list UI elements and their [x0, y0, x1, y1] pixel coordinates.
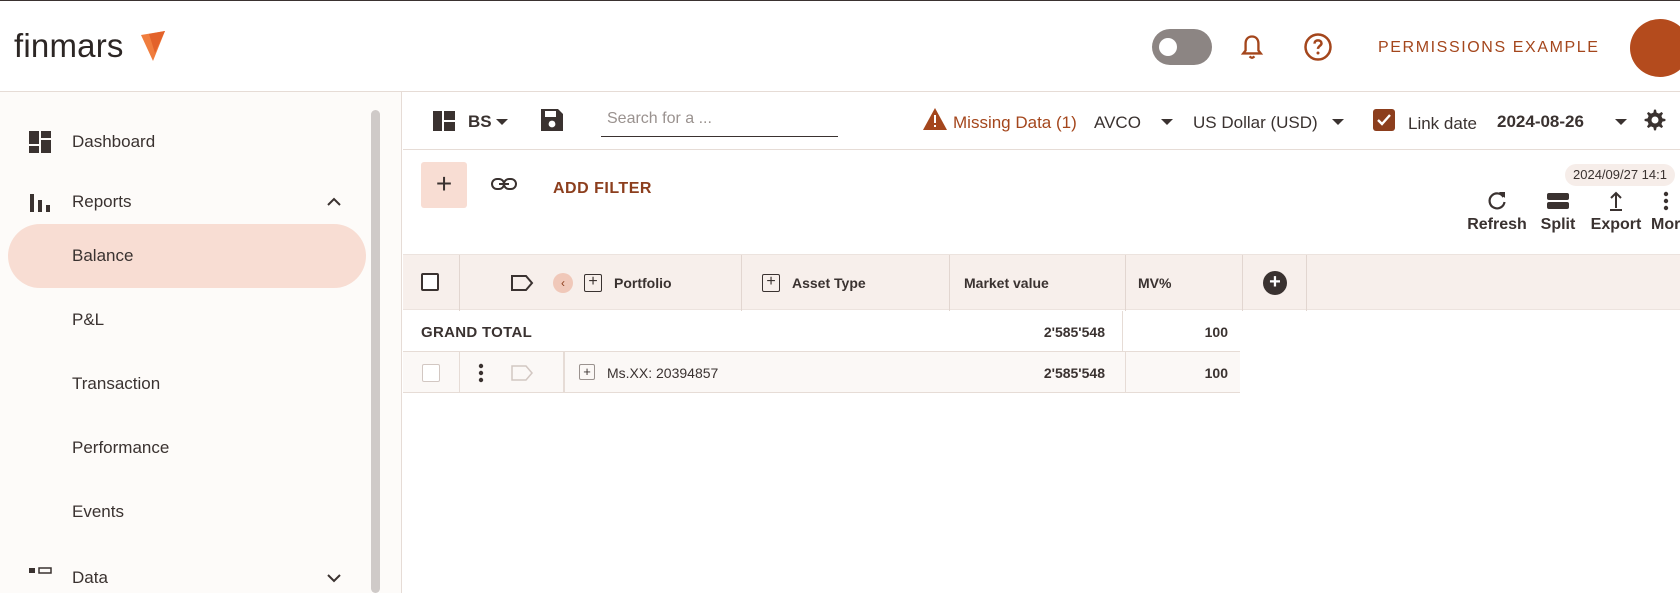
column-mv-pct[interactable]: MV% — [1126, 255, 1243, 311]
grand-total-mv-pct: 100 — [1204, 324, 1228, 340]
sidebar-item-label: Performance — [72, 438, 170, 457]
chevron-down-icon[interactable] — [324, 568, 344, 588]
split-icon — [1547, 193, 1569, 209]
sidebar-scrollbar[interactable] — [371, 110, 380, 593]
column-label: Market value — [964, 275, 1049, 291]
timestamp-badge: 2024/09/27 14:1 — [1565, 164, 1675, 186]
more-vert-icon — [1663, 191, 1669, 211]
column-label: Asset Type — [792, 275, 866, 291]
sidebar-item-label: P&L — [72, 310, 105, 329]
row-checkbox[interactable] — [422, 364, 440, 382]
link-icon[interactable] — [491, 174, 517, 194]
more-button[interactable]: Mor — [1651, 190, 1680, 234]
row-group-cell — [564, 352, 1126, 393]
grand-total-spacer — [403, 311, 1123, 352]
link-date-label: Link date — [1408, 114, 1477, 133]
bell-icon[interactable] — [1238, 33, 1266, 61]
refresh-button[interactable]: Refresh — [1466, 190, 1528, 234]
theme-toggle[interactable] — [1152, 29, 1212, 65]
currency-caret-icon[interactable] — [1332, 119, 1344, 125]
bar-chart-icon — [30, 194, 50, 212]
refresh-label: Refresh — [1467, 216, 1527, 233]
warning-icon — [923, 108, 947, 130]
row-market-value: 2'585'548 — [1043, 365, 1105, 381]
sidebar-item-transaction[interactable]: Transaction — [8, 352, 366, 416]
report-date-caret-icon[interactable] — [1615, 119, 1627, 125]
add-column-button[interactable]: + — [1263, 271, 1287, 295]
sidebar-item-pl[interactable]: P&L — [8, 288, 366, 352]
select-all-cell — [403, 255, 460, 311]
avatar[interactable] — [1630, 19, 1680, 77]
more-label: Mor — [1651, 216, 1680, 233]
sidebar-item-label: Data — [72, 568, 108, 587]
column-label: MV% — [1138, 275, 1172, 291]
cost-method-select[interactable]: AVCO — [1094, 113, 1141, 133]
row-menu-icon[interactable] — [478, 363, 484, 383]
save-icon[interactable] — [541, 109, 563, 131]
sidebar-item-data[interactable]: Data — [8, 546, 366, 610]
export-button[interactable]: Export — [1588, 190, 1644, 234]
export-label: Export — [1590, 216, 1642, 233]
select-all-checkbox[interactable] — [421, 273, 439, 291]
column-label: Portfolio — [614, 275, 672, 291]
filter-bar: + ADD FILTER 2024/09/27 14:1 Refresh Spl… — [403, 150, 1680, 246]
grid-header: ‹ + Portfolio + Asset Type Market value … — [403, 254, 1680, 311]
split-button[interactable]: Split — [1536, 190, 1580, 234]
search-input[interactable] — [601, 102, 838, 137]
sidebar-item-label: Events — [72, 502, 124, 521]
user-menu-label[interactable]: PERMISSIONS EXAMPLE — [1378, 39, 1600, 57]
label-column-cell — [460, 255, 564, 311]
column-asset-type[interactable]: + Asset Type — [742, 255, 950, 311]
currency-select[interactable]: US Dollar (USD) — [1193, 113, 1318, 133]
sidebar-item-label: Balance — [72, 246, 134, 265]
row-actions-cell — [460, 352, 564, 393]
gear-icon[interactable] — [1643, 108, 1667, 132]
add-group-icon[interactable]: + — [584, 274, 602, 292]
sidebar-item-events[interactable]: Events — [8, 480, 366, 544]
report-toolbar: BS Missing Data (1) AVCO US Dollar (USD)… — [403, 92, 1680, 150]
report-area: BS Missing Data (1) AVCO US Dollar (USD)… — [403, 92, 1680, 593]
grand-total-row: GRAND TOTAL 2'585'548 100 — [403, 311, 1240, 352]
sidebar-item-balance[interactable]: Balance — [8, 224, 366, 288]
check-icon — [1377, 114, 1391, 126]
split-label: Split — [1540, 216, 1576, 233]
layout-dropdown-caret-icon[interactable] — [496, 119, 508, 125]
layout-name[interactable]: BS — [468, 112, 492, 132]
chevron-up-icon[interactable] — [324, 192, 344, 212]
column-portfolio[interactable]: + Portfolio — [564, 255, 742, 311]
top-bar: finmars PERMISSIONS EXAMPLE — [0, 0, 1680, 92]
logo-mark-icon — [141, 31, 165, 61]
export-icon — [1610, 191, 1622, 211]
sidebar-item-label: Transaction — [72, 374, 161, 393]
add-filter-button[interactable]: ADD FILTER — [553, 180, 652, 198]
table-row[interactable]: + Ms.XX: 20394857 2'585'548 100 — [403, 352, 1240, 393]
sidebar-item-label: Reports — [72, 192, 132, 211]
refresh-icon — [1488, 192, 1506, 210]
missing-data-link[interactable]: Missing Data (1) — [953, 113, 1077, 133]
dashboard-icon — [29, 131, 51, 153]
logo-text: finmars — [14, 27, 124, 64]
row-mv-pct: 100 — [1204, 365, 1228, 381]
sidebar-item-performance[interactable]: Performance — [8, 416, 366, 480]
cost-method-caret-icon[interactable] — [1161, 119, 1173, 125]
sidebar: Dashboard Reports Balance P&L Transactio… — [0, 92, 402, 593]
row-tag-icon[interactable] — [510, 364, 534, 382]
row-select-cell — [403, 352, 460, 393]
column-market-value[interactable]: Market value — [950, 255, 1126, 311]
data-icon — [29, 567, 52, 574]
grand-total-market-value: 2'585'548 — [1043, 324, 1105, 340]
toggle-knob — [1159, 38, 1177, 56]
layout-icon[interactable] — [433, 111, 455, 131]
report-date-select[interactable]: 2024-08-26 — [1497, 112, 1584, 132]
sidebar-item-label: Dashboard — [72, 132, 156, 151]
add-group-icon[interactable]: + — [762, 274, 780, 292]
link-date-checkbox[interactable] — [1373, 109, 1395, 131]
help-icon[interactable] — [1303, 32, 1333, 62]
sidebar-item-dashboard[interactable]: Dashboard — [8, 110, 366, 174]
tag-icon[interactable] — [510, 274, 534, 292]
add-button[interactable]: + — [421, 162, 467, 208]
add-column-cell: + — [1243, 255, 1307, 311]
